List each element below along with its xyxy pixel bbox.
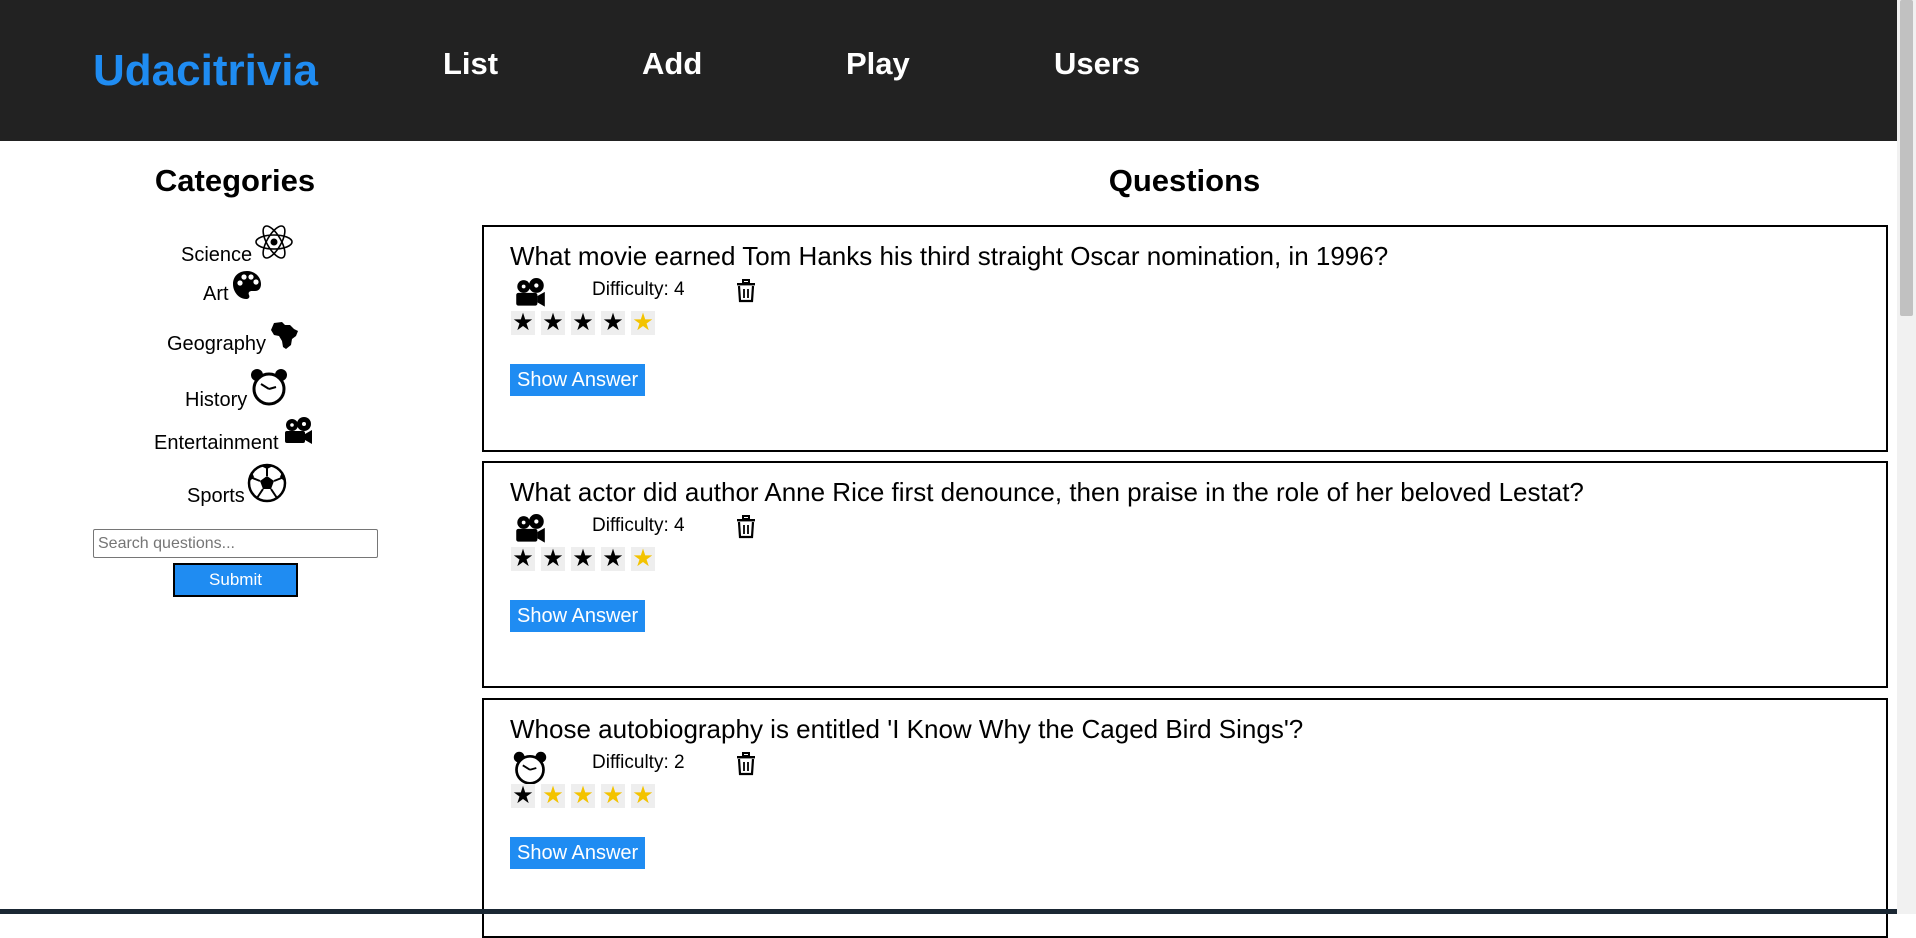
scrollbar[interactable] bbox=[1897, 0, 1916, 914]
nav-add[interactable]: Add bbox=[642, 46, 702, 82]
category-sports[interactable]: Sports bbox=[187, 467, 287, 507]
rating-stars: ★★★★★ bbox=[511, 547, 655, 571]
category-history[interactable]: History bbox=[185, 371, 289, 411]
question-text: What movie earned Tom Hanks his third st… bbox=[510, 241, 1388, 272]
category-art[interactable]: Art bbox=[203, 273, 263, 305]
category-label: Art bbox=[203, 283, 229, 305]
star-empty-icon: ★ bbox=[601, 784, 625, 808]
show-answer-button[interactable]: Show Answer bbox=[510, 837, 645, 869]
category-label: History bbox=[185, 389, 247, 411]
category-label: Science bbox=[181, 244, 252, 266]
delete-icon[interactable] bbox=[735, 279, 757, 303]
delete-icon[interactable] bbox=[735, 515, 757, 539]
difficulty-label: Difficulty: 4 bbox=[592, 279, 685, 301]
rating-stars: ★★★★★ bbox=[511, 784, 655, 808]
entertainment-icon bbox=[281, 416, 315, 450]
star-empty-icon: ★ bbox=[541, 784, 565, 808]
difficulty-label: Difficulty: 4 bbox=[592, 515, 685, 537]
category-science[interactable]: Science bbox=[181, 226, 294, 266]
sports-icon bbox=[247, 463, 287, 503]
star-empty-icon: ★ bbox=[571, 784, 595, 808]
brand-logo[interactable]: Udacitrivia bbox=[93, 46, 318, 96]
star-filled-icon: ★ bbox=[511, 547, 535, 571]
entertainment-icon bbox=[512, 513, 548, 549]
category-entertainment[interactable]: Entertainment bbox=[154, 420, 315, 454]
history-icon bbox=[249, 367, 289, 407]
star-empty-icon: ★ bbox=[631, 311, 655, 335]
category-label: Geography bbox=[167, 333, 266, 355]
question-text: What actor did author Anne Rice first de… bbox=[510, 477, 1584, 508]
delete-icon[interactable] bbox=[735, 752, 757, 776]
difficulty-label: Difficulty: 2 bbox=[592, 752, 685, 774]
star-filled-icon: ★ bbox=[571, 547, 595, 571]
star-filled-icon: ★ bbox=[541, 311, 565, 335]
nav-users[interactable]: Users bbox=[1054, 46, 1140, 82]
taskbar-edge bbox=[0, 909, 1897, 914]
submit-button[interactable]: Submit bbox=[173, 563, 298, 597]
star-filled-icon: ★ bbox=[571, 311, 595, 335]
nav-list[interactable]: List bbox=[443, 46, 498, 82]
navbar: Udacitrivia List Add Play Users bbox=[0, 0, 1897, 141]
category-geography[interactable]: Geography bbox=[167, 323, 300, 355]
star-empty-icon: ★ bbox=[631, 784, 655, 808]
art-icon bbox=[231, 269, 263, 301]
categories-title: Categories bbox=[0, 163, 470, 199]
history-icon bbox=[512, 750, 548, 786]
star-filled-icon: ★ bbox=[601, 547, 625, 571]
show-answer-button[interactable]: Show Answer bbox=[510, 600, 645, 632]
search-input[interactable] bbox=[93, 529, 378, 558]
questions-title: Questions bbox=[482, 163, 1887, 199]
rating-stars: ★★★★★ bbox=[511, 311, 655, 335]
star-filled-icon: ★ bbox=[601, 311, 625, 335]
question-card: Whose autobiography is entitled 'I Know … bbox=[482, 698, 1888, 938]
star-filled-icon: ★ bbox=[541, 547, 565, 571]
question-text: Whose autobiography is entitled 'I Know … bbox=[510, 714, 1303, 745]
question-card: What actor did author Anne Rice first de… bbox=[482, 461, 1888, 688]
nav-play[interactable]: Play bbox=[846, 46, 910, 82]
star-filled-icon: ★ bbox=[511, 311, 535, 335]
show-answer-button[interactable]: Show Answer bbox=[510, 364, 645, 396]
science-icon bbox=[254, 222, 294, 262]
geography-icon bbox=[268, 319, 300, 351]
star-empty-icon: ★ bbox=[631, 547, 655, 571]
question-card: What movie earned Tom Hanks his third st… bbox=[482, 225, 1888, 452]
entertainment-icon bbox=[512, 277, 548, 313]
scrollbar-thumb[interactable] bbox=[1900, 0, 1913, 316]
category-label: Entertainment bbox=[154, 432, 279, 454]
category-label: Sports bbox=[187, 485, 245, 507]
star-filled-icon: ★ bbox=[511, 784, 535, 808]
